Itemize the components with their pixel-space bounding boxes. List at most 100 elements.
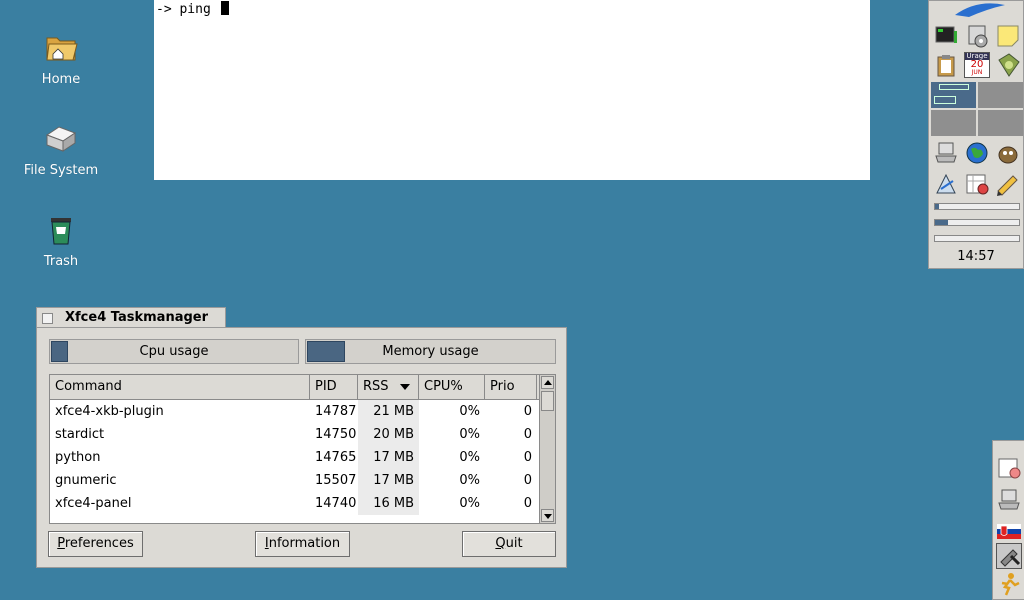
scroll-down-arrow-icon[interactable] — [541, 509, 554, 522]
panel-logo-row — [931, 1, 1023, 19]
scrollbar-thumb[interactable] — [541, 391, 554, 411]
home-folder-icon — [43, 30, 79, 66]
xfce-panel: Urage 20 JUN 14:57 — [928, 0, 1024, 269]
information-label: nformation — [268, 536, 341, 551]
calendar-icon[interactable]: Urage 20 JUN — [963, 52, 990, 78]
memory-usage-fill — [307, 341, 345, 362]
cell-pid: 14740 — [315, 496, 357, 511]
keyboard-layout-flag-icon[interactable] — [996, 519, 1022, 545]
column-header-prio[interactable]: Prio — [485, 375, 537, 399]
cell-cpu: 0% — [459, 450, 480, 465]
workspace-1[interactable] — [931, 82, 976, 108]
secondary-panel — [992, 440, 1024, 600]
cell-command: stardict — [55, 427, 105, 442]
table-row[interactable]: xfce4-panel 14740 16 MB 0% 0 — [50, 492, 555, 515]
table-body: xfce4-xkb-plugin 14787 21 MB 0% 0 stardi… — [50, 400, 555, 515]
web-browser-icon[interactable] — [964, 140, 990, 166]
settings-manager-icon[interactable] — [964, 23, 990, 49]
monitor-bar-fill-2 — [935, 220, 949, 225]
table-row[interactable]: gnumeric 15507 17 MB 0% 0 — [50, 469, 555, 492]
terminal-prompt: -> ping — [156, 2, 219, 17]
memory-usage-label: Memory usage — [382, 344, 479, 359]
taskmanager-window: Cpu usage Memory usage Command PID RSS C… — [36, 327, 567, 568]
xfce-logo-icon — [955, 3, 1005, 17]
cell-cpu: 0% — [459, 473, 480, 488]
cell-rss: 21 MB — [358, 400, 419, 423]
information-button[interactable]: Information — [255, 531, 350, 557]
tools-icon[interactable] — [996, 543, 1022, 569]
cell-cpu: 0% — [459, 404, 480, 419]
text-editor-icon[interactable] — [995, 171, 1021, 197]
window-menu-button[interactable] — [42, 313, 53, 324]
workspace-pager[interactable] — [931, 82, 1023, 136]
desktop-icon-label: Trash — [43, 254, 79, 269]
column-header-rss[interactable]: RSS — [358, 375, 419, 399]
column-header-command[interactable]: Command — [50, 375, 310, 399]
terminal-window[interactable]: -> ping — [154, 0, 870, 180]
cell-command: xfce4-panel — [55, 496, 132, 511]
cell-prio: 0 — [523, 450, 532, 465]
text-cursor — [220, 1, 229, 15]
logout-runner-icon[interactable] — [996, 571, 1022, 597]
desktop-icon-home[interactable]: Home — [11, 30, 111, 87]
process-table[interactable]: Command PID RSS CPU% Prio xfce4-xkb-plug… — [49, 374, 556, 524]
drawing-tool-icon[interactable] — [933, 171, 959, 197]
memory-usage-gauge: Memory usage — [305, 339, 556, 364]
trash-icon — [43, 212, 79, 248]
table-row[interactable]: stardict 14750 20 MB 0% 0 — [50, 423, 555, 446]
scroll-up-arrow-icon[interactable] — [541, 376, 554, 389]
workspace-3[interactable] — [931, 110, 976, 136]
computer-launcher-icon[interactable] — [996, 487, 1022, 513]
cell-rss: 17 MB — [358, 469, 419, 492]
workspace-4[interactable] — [978, 110, 1023, 136]
table-header: Command PID RSS CPU% Prio — [50, 375, 555, 400]
column-header-pid[interactable]: PID — [310, 375, 358, 399]
desktop-icon-label: Home — [41, 72, 81, 87]
sticky-notes-icon[interactable] — [995, 23, 1021, 49]
cell-pid: 14750 — [315, 427, 357, 442]
computer-icon[interactable] — [933, 140, 959, 166]
sort-descending-icon — [400, 384, 410, 390]
cell-rss: 17 MB — [358, 446, 419, 469]
table-row[interactable]: python 14765 17 MB 0% 0 — [50, 446, 555, 469]
cell-cpu: 0% — [459, 427, 480, 442]
cell-prio: 0 — [523, 496, 532, 511]
quit-button[interactable]: Quit — [462, 531, 556, 557]
column-header-rss-label: RSS — [363, 379, 389, 394]
panel-monitor-bar-3 — [934, 235, 1020, 242]
table-scrollbar[interactable] — [539, 375, 555, 523]
monitor-bar-fill-1 — [935, 204, 940, 209]
calendar-month: JUN — [971, 69, 983, 76]
cell-pid: 15507 — [315, 473, 357, 488]
cell-rss: 20 MB — [358, 423, 419, 446]
desktop-icon-file-system[interactable]: File System — [11, 121, 111, 178]
cell-prio: 0 — [523, 473, 532, 488]
cell-pid: 14765 — [315, 450, 357, 465]
preferences-mnemonic: P — [57, 536, 65, 551]
workspace-2[interactable] — [978, 82, 1023, 108]
desktop-icon-trash[interactable]: Trash — [11, 212, 111, 269]
preferences-button[interactable]: Preferences — [48, 531, 143, 557]
quit-mnemonic: Q — [495, 536, 506, 551]
window-title: Xfce4 Taskmanager — [65, 310, 208, 325]
quit-label: uit — [505, 536, 523, 551]
cpu-usage-label: Cpu usage — [139, 344, 209, 359]
cell-command: gnumeric — [55, 473, 117, 488]
table-row[interactable]: xfce4-xkb-plugin 14787 21 MB 0% 0 — [50, 400, 555, 423]
terminal-launcher-icon[interactable] — [933, 23, 959, 49]
drive-icon — [43, 121, 79, 157]
panel-clock[interactable]: 14:57 — [929, 249, 1023, 264]
cpu-usage-gauge: Cpu usage — [49, 339, 299, 364]
document-add-icon[interactable] — [995, 52, 1021, 78]
clipboard-icon[interactable] — [933, 52, 959, 78]
cell-prio: 0 — [523, 427, 532, 442]
column-header-cpu[interactable]: CPU% — [419, 375, 485, 399]
cpu-usage-fill — [51, 341, 68, 362]
spreadsheet-launcher-icon[interactable] — [996, 455, 1022, 481]
spreadsheet-icon[interactable] — [964, 171, 990, 197]
cell-prio: 0 — [523, 404, 532, 419]
gimp-icon[interactable] — [995, 140, 1021, 166]
cell-command: xfce4-xkb-plugin — [55, 404, 164, 419]
taskmanager-titlebar[interactable]: Xfce4 Taskmanager — [36, 307, 226, 328]
desktop-icon-label: File System — [23, 163, 99, 178]
